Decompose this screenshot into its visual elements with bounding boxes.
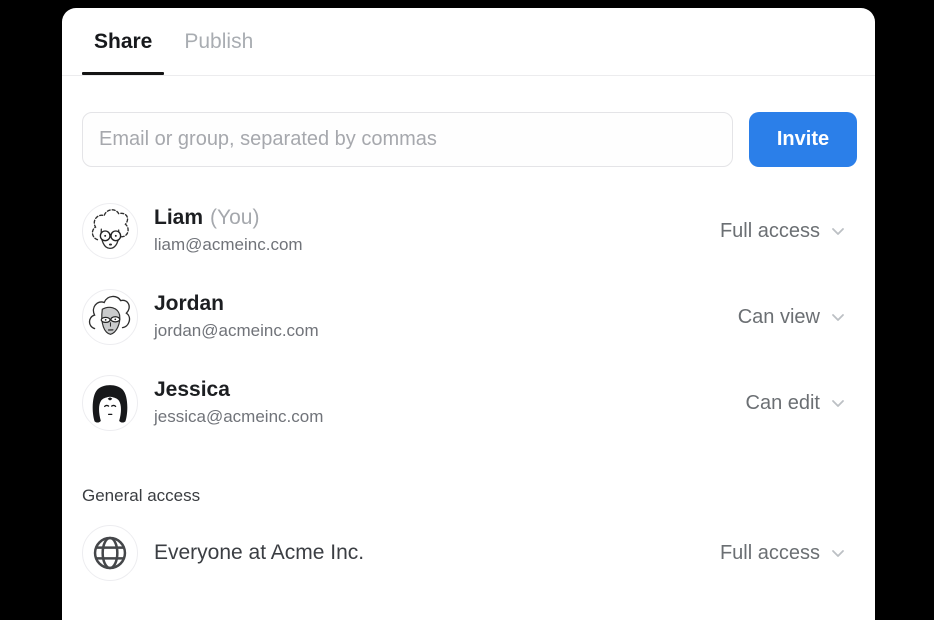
tab-publish-label: Publish	[184, 30, 253, 54]
member-row-jordan: Jordan jordan@acmeinc.com Can view	[82, 274, 857, 360]
general-access-label: General access	[82, 486, 857, 506]
jordan-portrait-icon	[82, 289, 138, 345]
member-email: liam@acmeinc.com	[154, 233, 303, 257]
jessica-portrait-icon	[82, 375, 138, 431]
share-dialog: Share Publish Invite	[62, 8, 875, 620]
invite-button[interactable]: Invite	[749, 112, 857, 167]
general-access-row: Everyone at Acme Inc. Full access	[82, 510, 857, 596]
member-list: Liam (You) liam@acmeinc.com Full access	[82, 188, 857, 446]
chevron-down-icon	[829, 544, 847, 562]
member-email: jessica@acmeinc.com	[154, 405, 323, 429]
chevron-down-icon	[829, 394, 847, 412]
member-name: Liam	[154, 206, 203, 229]
tab-share[interactable]: Share	[82, 8, 164, 75]
member-name: Jessica	[154, 378, 230, 401]
general-access-name: Everyone at Acme Inc.	[154, 541, 364, 565]
member-row-liam: Liam (You) liam@acmeinc.com Full access	[82, 188, 857, 274]
tab-publish[interactable]: Publish	[172, 8, 265, 75]
member-row-jessica: Jessica jessica@acmeinc.com Can edit	[82, 360, 857, 446]
invite-row: Invite	[82, 112, 857, 167]
tab-bar: Share Publish	[62, 8, 875, 76]
role-dropdown-jordan[interactable]: Can view	[738, 306, 847, 329]
member-info: Liam (You) liam@acmeinc.com	[154, 205, 303, 257]
globe-icon	[82, 525, 138, 581]
liam-portrait-icon	[82, 203, 138, 259]
dialog-content: Invite	[62, 112, 875, 596]
member-name: Jordan	[154, 292, 224, 315]
role-label: Can edit	[746, 392, 821, 415]
member-email: jordan@acmeinc.com	[154, 319, 319, 343]
role-dropdown-jessica[interactable]: Can edit	[746, 392, 848, 415]
tab-share-label: Share	[94, 30, 152, 54]
email-input[interactable]	[82, 112, 733, 167]
chevron-down-icon	[829, 308, 847, 326]
role-label: Full access	[720, 220, 820, 243]
role-dropdown-liam[interactable]: Full access	[720, 220, 847, 243]
chevron-down-icon	[829, 222, 847, 240]
role-label: Full access	[720, 542, 820, 565]
role-label: Can view	[738, 306, 820, 329]
member-info: Jordan jordan@acmeinc.com	[154, 291, 319, 343]
member-suffix: (You)	[210, 206, 259, 229]
role-dropdown-everyone[interactable]: Full access	[720, 542, 847, 565]
member-info: Jessica jessica@acmeinc.com	[154, 377, 323, 429]
